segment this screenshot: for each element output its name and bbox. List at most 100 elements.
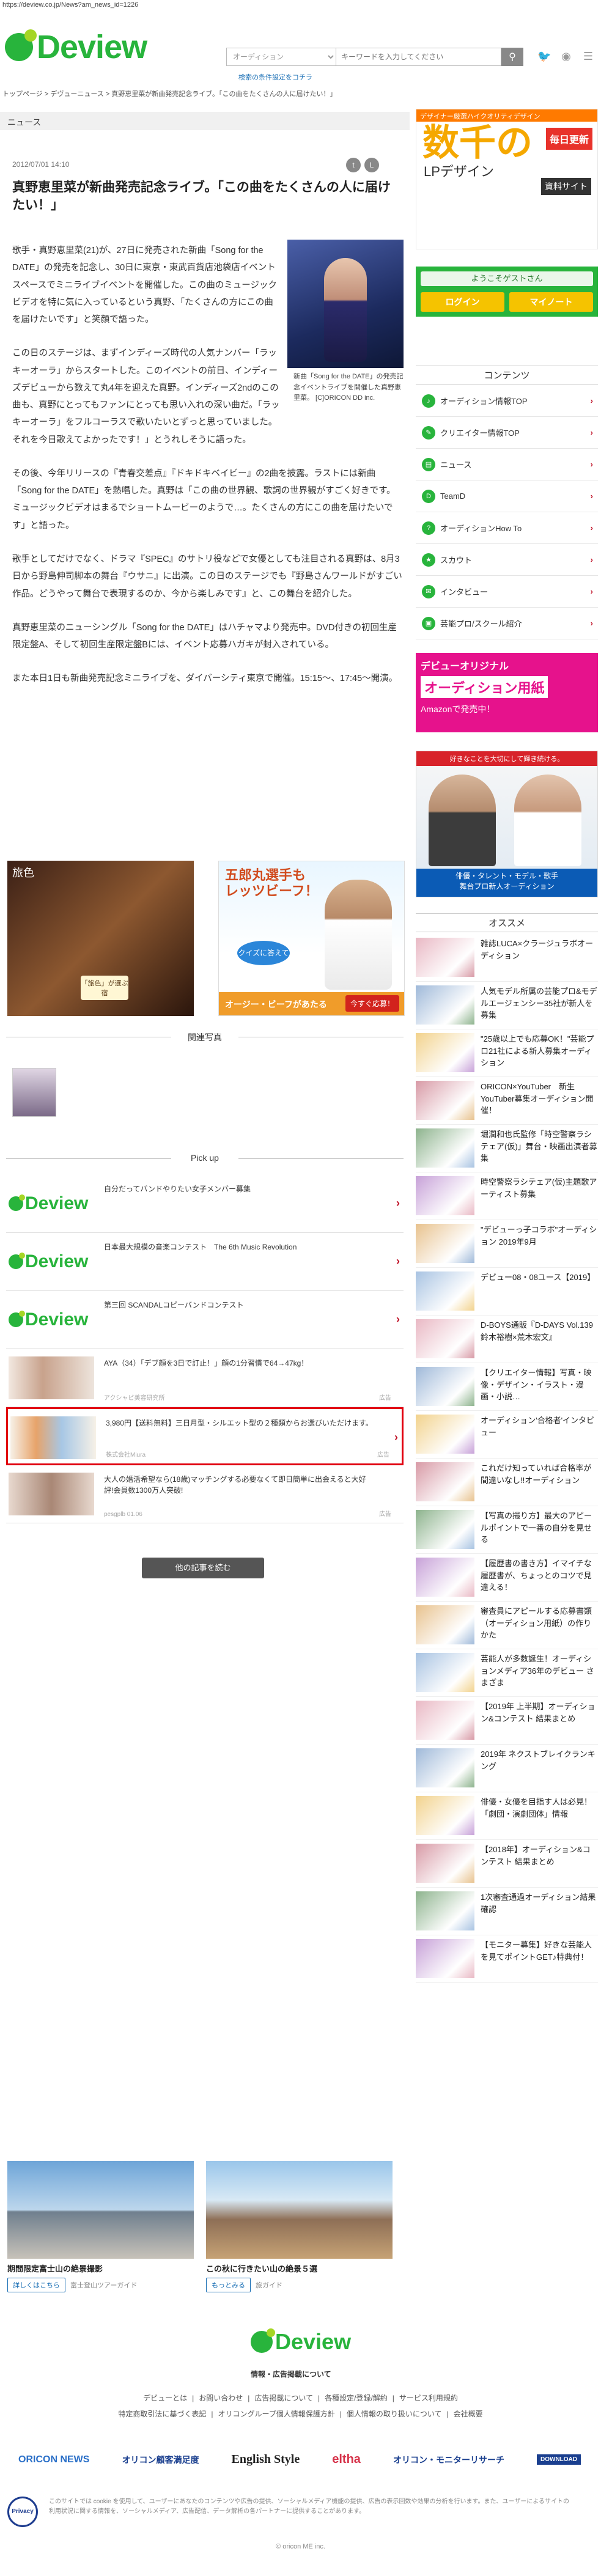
osusume-item[interactable]: ORICON×YouTuber 新生YouTuber募集オーディション開催！ [416,1077,598,1125]
osusume-item[interactable]: 雑誌LUCA×クラージュラボオーディション [416,934,598,982]
footer-link[interactable]: デビューとは [143,2394,187,2402]
osusume-item[interactable]: 【2018年】オーディション&コンテスト 結果まとめ [416,1840,598,1888]
pickup-item[interactable]: 大人の婚活希望なら(18歳)マッチングする必要なくて即日簡単に出会えると大好評!… [6,1465,404,1523]
osusume-text: 【クリエイター情報】写真・映像・デザイン・イラスト・漫画・小説… [481,1368,592,1401]
ad-aussie-beef[interactable]: 五郎丸選手も レッツビーフ！ クイズに答えて オージー・ビーフがあたる 今すぐ応… [218,861,405,1016]
related-photo-thumb[interactable] [12,1068,56,1117]
osusume-item[interactable]: 2019年 ネクストブレイクランキング [416,1745,598,1792]
osusume-item[interactable]: 時空警察ラシテェア(仮)主題歌アーティスト募集 [416,1172,598,1220]
menu-item[interactable]: ✉ インタビュー › [416,576,598,608]
bottom-ad-button[interactable]: 詳しくはこちら [7,2278,65,2292]
footer-links: デビューとは | お問い合わせ | 広告掲載について | 各種設定/登録/解約 | サービス利用… [118,2394,483,2419]
osusume-item[interactable]: 【写真の撮り方】最大のアピールポイントで一番の自分を見せる [416,1506,598,1554]
ad-tag: 広告 [379,1395,391,1402]
brand-link[interactable]: オリコン顧客満足度 [122,2454,199,2466]
twitter-share-icon[interactable]: t [346,158,361,172]
pickup-source: pesgplb 01.06 [104,1511,142,1518]
ad-person-image [429,775,496,866]
pickup-item[interactable]: Deview 自分だってバンドやりたい女子メンバー募集 › [6,1175,404,1233]
osusume-item[interactable]: D-BOYS通販『D-DAYS Vol.139 鈴木裕樹×荒木宏文』 [416,1316,598,1363]
osusume-item[interactable]: 俳優・女優を目指す人は必見！「劇団・演劇団体」情報 [416,1792,598,1840]
footer-link[interactable]: オリコングループ個人情報保護方針 [218,2410,334,2418]
line-share-icon[interactable]: L [364,158,379,172]
chevron-right-icon: › [396,1313,400,1325]
footer-sub-link[interactable]: 情報・広告掲載について [251,2369,331,2379]
ad-apply-button[interactable]: 今すぐ応募！ [345,995,399,1012]
osusume-item[interactable]: 【履歴書の書き方】イマイチな履歴書が、ちょっとのコツで見違える！ [416,1554,598,1602]
menu-item[interactable]: ▣ 芸能プロ/スクール紹介 › [416,608,598,639]
sidebar-ad-form[interactable]: デビューオリジナル オーディション用紙 Amazonで発売中！ [416,653,598,732]
menu-item[interactable]: ▤ ニュース › [416,449,598,480]
bottom-ad[interactable]: この秋に行きたい山の絶景５選 もっとみる 旅ガイド [206,2161,393,2292]
bottom-ad-source: 富士登山ツアーガイド [70,2282,138,2289]
ad-text: オーディション用紙 [421,676,548,698]
address-bar[interactable]: https://deview.co.jp/News?am_news_id=122… [0,0,601,11]
mypage-button[interactable]: マイノート [509,292,593,312]
sidebar-ad-audition[interactable]: 好きなことを大切にして輝き続ける。 俳優・タレント・モデル・歌手 舞台プロ新人オ… [416,751,598,897]
osusume-text: 俳優・女優を目指す人は必見！「劇団・演劇団体」情報 [481,1797,592,1819]
menu-item[interactable]: D TeamD › [416,480,598,512]
brand-link[interactable]: English Style [232,2453,300,2467]
brand-link[interactable]: eltha [332,2453,361,2467]
pickup-item[interactable]: AYA（34）「デブ顔を3日で訂止！」顔の1分習慣で64→47kg！ アクシャビ… [6,1349,404,1407]
osusume-item[interactable]: 【クリエイター情報】写真・映像・デザイン・イラスト・漫画・小説… [416,1363,598,1411]
footer-link[interactable]: 各種設定/登録/解約 [325,2394,388,2402]
osusume-item[interactable]: "デビューっ子コラボ"オーディション 2019年9月 [416,1220,598,1268]
login-button[interactable]: ログイン [421,292,504,312]
sidebar-ad-lp[interactable]: デザイナー厳選ハイクオリティデザイン 数千の LPデザイン 毎日更新 資料サイト [416,109,598,249]
footer-link[interactable]: 広告掲載について [254,2394,313,2402]
news-icon: ▤ [422,457,435,471]
footer-link[interactable]: 特定商取引法に基づく表記 [118,2410,206,2418]
bottom-ad-button[interactable]: もっとみる [206,2278,251,2292]
deview-logo-icon: Deview [9,1193,88,1214]
ad-tag: 広告 [377,1452,389,1459]
brand-link[interactable]: ORICON NEWS [18,2454,89,2465]
footer-link[interactable]: 会社概要 [454,2410,483,2418]
footer-logo[interactable]: Deview [251,2328,351,2355]
footer-link[interactable]: 個人情報の取り扱いについて [347,2410,442,2418]
article-paragraph: 歌手・真野恵里菜(21)が、27日に発売された新曲「Song for the D… [12,246,277,325]
bottom-ad[interactable]: 期間限定富士山の絶景撮影 詳しくはこちら 富士登山ツアーガイド [7,2161,194,2292]
menu-item[interactable]: ♪ オーディション情報TOP › [416,385,598,417]
twitter-icon[interactable]: 🐦 [537,50,551,62]
search-category-select[interactable]: オーディション [226,48,336,66]
footer-link[interactable]: お問い合わせ [199,2394,243,2402]
search-input[interactable] [336,48,501,66]
chevron-right-icon: › [396,1255,400,1267]
pickup-item[interactable]: Deview 第三回 SCANDALコピーバンドコンテスト › [6,1291,404,1349]
osusume-item[interactable]: 芸能人が多数誕生！オーディションメディア36年のデビュー さまざま [416,1649,598,1697]
brand-link[interactable]: オリコン・モニターリサーチ [393,2454,504,2466]
menu-item[interactable]: ? オーディションHow To › [416,512,598,544]
search-bar: オーディション ⚲ [226,48,523,66]
search-condition-link[interactable]: 検索の条件設定をコチラ [238,72,312,82]
breadcrumb[interactable]: トップページ > デヴューニュース > 真野恵里菜が新曲発売記念ライブ。「この曲… [2,89,336,98]
pickup-image [9,1473,94,1515]
osusume-item[interactable]: 【2019年 上半期】オーディション&コンテスト 結果まとめ [416,1697,598,1745]
pickup-item-highlighted[interactable]: 3,980円【送料無料】三日月型・シルエット型の２種類からお選びいただけます。 … [6,1407,404,1465]
more-articles-button[interactable]: 他の記事を読む [142,1558,264,1578]
osusume-item[interactable]: "25歳以上でも応募OK！"芸能プロ21社による新人募集オーディション [416,1029,598,1077]
scout-icon: ★ [422,553,435,567]
osusume-item[interactable]: 審査員にアピールする応募書類（オーディション用紙）の作りかた [416,1602,598,1649]
download-badge[interactable]: DOWNLOAD [537,2454,581,2465]
ad-tabiiro[interactable]: 旅色 「旅色」が選ぶ宿 [7,861,194,1016]
osusume-item[interactable]: これだけ知っていれば合格率が間違いなし!!オーディション [416,1459,598,1506]
osusume-text: "25歳以上でも応募OK！"芸能プロ21社による新人募集オーディション [481,1034,594,1067]
line-icon[interactable]: ◉ [559,50,573,62]
pickup-item[interactable]: Deview 日本最大規模の音楽コンテスト The 6th Music Revo… [6,1233,404,1291]
osusume-item[interactable]: 【モニター募集】好きな芸能人を見てポイントGET♪特典付！ [416,1935,598,1983]
osusume-item[interactable]: 人気モデル所属の芸能プロ&モデルエージェンシー35社が新人を募集 [416,982,598,1029]
osusume-item[interactable]: デビュー08・08ユース【2019】 [416,1268,598,1316]
search-button[interactable]: ⚲ [501,48,523,66]
osusume-item[interactable]: オーディション'合格者'インタビュー [416,1411,598,1459]
audition-icon: ♪ [422,394,435,408]
chevron-right-icon: › [590,491,593,501]
osusume-item[interactable]: 1次審査通過オーディション結果確認 [416,1888,598,1935]
site-logo[interactable]: Deview [5,28,147,66]
menu-icon[interactable]: ☰ [581,50,595,62]
chevron-right-icon: › [394,1431,398,1443]
osusume-item[interactable]: 堀潤和也氏監修「時空警察ラシテェア(仮)」舞台・映画出演者募集 [416,1125,598,1172]
menu-item[interactable]: ★ スカウト › [416,544,598,576]
footer-link[interactable]: サービス利用規約 [399,2394,458,2402]
menu-item[interactable]: ✎ クリエイター情報TOP › [416,417,598,449]
